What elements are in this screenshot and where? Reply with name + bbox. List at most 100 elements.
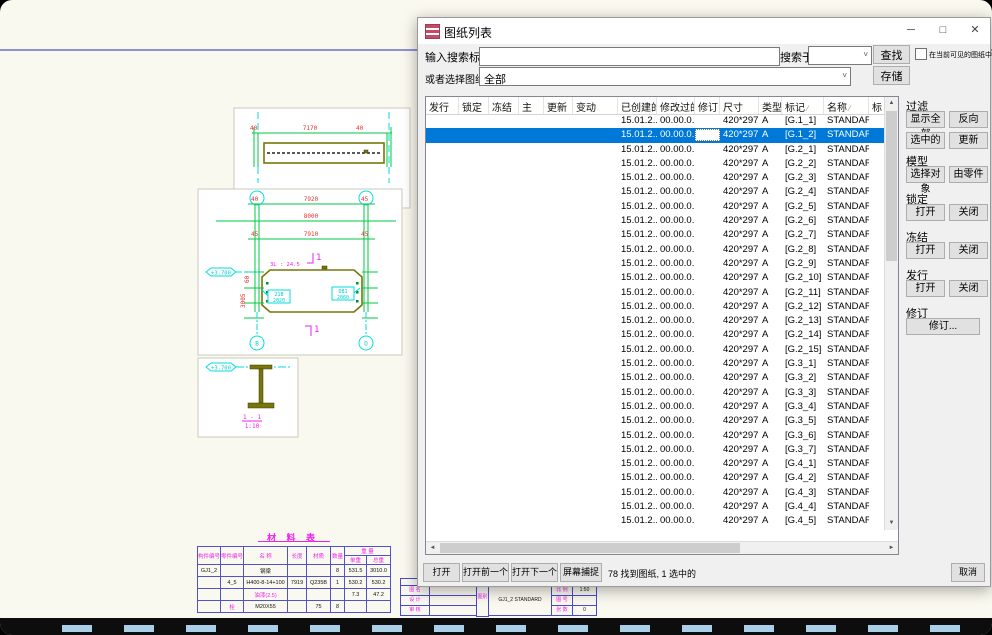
cancel-button[interactable]: 取消 [951,563,985,582]
cell-issue [426,228,459,242]
column-header-update[interactable]: 更新 [544,97,573,114]
drawing-settings-combo[interactable]: 全部 ˅ [479,67,851,86]
panel-button-修订...[interactable]: 修订... [906,318,980,335]
column-header-type[interactable]: 类型 [759,97,782,114]
minimize-icon[interactable]: ─ [896,18,926,43]
cell-issue [426,243,459,257]
cell-name: STANDARD [824,271,869,285]
table-row[interactable]: 15.01.2...00.00.0...420*297A[G.3_6]STAND… [426,429,886,443]
table-row[interactable]: 15.01.2...00.00.0...420*297A[G.2_5]STAND… [426,200,886,214]
table-row[interactable]: 15.01.2...00.00.0...420*297A[G.3_1]STAND… [426,357,886,371]
panel-button-反向[interactable]: 反向 [949,111,988,128]
scroll-up-icon[interactable]: ▲ [885,97,898,110]
cell-issue [426,328,459,342]
dialog-titlebar[interactable]: 图纸列表 ─ □ ✕ [418,18,990,44]
table-row[interactable]: 15.01.2...00.00.0...420*297A[G.2_2]STAND… [426,157,886,171]
table-row[interactable]: 15.01.2...00.00.0...420*297A[G.2_3]STAND… [426,171,886,185]
panel-button-关闭[interactable]: 关闭 [949,204,988,221]
scroll-left-icon[interactable]: ◄ [426,542,439,555]
cell-issue [426,271,459,285]
cell-modified: 00.00.0... [657,457,695,471]
panel-button-选中的[interactable]: 选中的 [906,132,945,149]
table-row[interactable]: 15.01.2...00.00.0...420*297A[G.1_2]STAND… [426,128,886,142]
table-row[interactable]: 15.01.2...00.00.0...420*297A[G.2_8]STAND… [426,243,886,257]
cell-type: A [759,514,782,528]
find-button[interactable]: 查找 [873,45,910,64]
cell-issue [426,257,459,271]
column-header-size[interactable]: 尺寸 [720,97,759,114]
table-row[interactable]: 15.01.2...00.00.0...420*297A[G.2_1]STAND… [426,143,886,157]
table-row[interactable]: 15.01.2...00.00.0...420*297A[G.4_5]STAND… [426,514,886,528]
table-row[interactable]: 15.01.2...00.00.0...420*297A[G.2_13]STAN… [426,314,886,328]
mat-cell [367,601,391,613]
cell-issue [426,314,459,328]
panel-button-打开[interactable]: 打开 [906,204,945,221]
visible-drawings-checkbox[interactable] [915,48,927,60]
open-next-button[interactable]: 打开下一个 [511,563,558,582]
search-in-combo[interactable]: ˅ [808,46,872,65]
table-row[interactable]: 15.01.2...00.00.0...420*297A[G.1_1]STAND… [426,114,886,128]
scroll-right-icon[interactable]: ► [885,542,898,555]
horizontal-scrollbar-thumb[interactable] [440,543,740,553]
maximize-icon[interactable]: □ [928,18,958,43]
panel-button-打开[interactable]: 打开 [906,280,945,297]
table-row[interactable]: 15.01.2...00.00.0...420*297A[G.3_7]STAND… [426,443,886,457]
table-row[interactable]: 15.01.2...00.00.0...420*297A[G.2_9]STAND… [426,257,886,271]
cell-change [573,386,618,400]
table-row[interactable]: 15.01.2...00.00.0...420*297A[G.2_7]STAND… [426,228,886,242]
table-row[interactable]: 15.01.2...00.00.0...420*297A[G.2_4]STAND… [426,185,886,199]
column-header-freeze[interactable]: 冻结 [489,97,519,114]
panel-button-关闭[interactable]: 关闭 [949,280,988,297]
table-row[interactable]: 15.01.2...00.00.0...420*297A[G.4_1]STAND… [426,457,886,471]
open-previous-button[interactable]: 打开前一个 [462,563,509,582]
cell-type: A [759,443,782,457]
panel-button-更新[interactable]: 更新 [949,132,988,149]
column-header-created[interactable]: 已创建的 [618,97,657,114]
table-row[interactable]: 15.01.2...00.00.0...420*297A[G.4_3]STAND… [426,486,886,500]
table-row[interactable]: 15.01.2...00.00.0...420*297A[G.3_5]STAND… [426,414,886,428]
column-header-revision[interactable]: 修订 [695,97,720,114]
horizontal-scrollbar[interactable]: ◄ ► [426,541,898,554]
column-header-modified[interactable]: 修改过的 [657,97,695,114]
table-row[interactable]: 15.01.2...00.00.0...420*297A[G.2_14]STAN… [426,328,886,342]
panel-button-打开[interactable]: 打开 [906,242,945,259]
panel-button-由零件[interactable]: 由零件 [949,166,988,183]
cell-lock [459,257,489,271]
cell-revision [695,171,720,185]
column-header-name[interactable]: 名称∕ [824,97,869,114]
status-text: 78 找到图纸, 1 选中的 [608,567,696,580]
panel-button-选择对象[interactable]: 选择对象 [906,166,945,183]
column-header-change[interactable]: 变动 [573,97,618,114]
cell-mark: [G.2_10] [782,271,824,285]
open-button[interactable]: 打开 [423,563,460,582]
vertical-scrollbar[interactable]: ▲ ▼ [884,97,898,530]
table-row[interactable]: 15.01.2...00.00.0...420*297A[G.2_11]STAN… [426,286,886,300]
column-header-mark[interactable]: 标记∕ [782,97,824,114]
search-input[interactable] [479,47,780,66]
table-row[interactable]: 15.01.2...00.00.0...420*297A[G.3_3]STAND… [426,386,886,400]
save-settings-button[interactable]: 存储 [873,66,910,85]
close-icon[interactable]: ✕ [960,18,990,43]
table-row[interactable]: 15.01.2...00.00.0...420*297A[G.2_10]STAN… [426,271,886,285]
table-row[interactable]: 15.01.2...00.00.0...420*297A[G.3_2]STAND… [426,371,886,385]
cell-update [544,328,573,342]
table-row[interactable]: 15.01.2...00.00.0...420*297A[G.2_15]STAN… [426,343,886,357]
panel-button-关闭[interactable]: 关闭 [949,242,988,259]
column-header-lock[interactable]: 锁定 [459,97,489,114]
scroll-down-icon[interactable]: ▼ [885,517,898,530]
cell-lock [459,286,489,300]
table-row[interactable]: 15.01.2...00.00.0...420*297A[G.2_6]STAND… [426,214,886,228]
vertical-scrollbar-thumb[interactable] [886,111,897,261]
snapshot-button[interactable]: 屏幕捕捉 [560,563,602,582]
cell-revision [695,328,720,342]
panel-button-显示全部[interactable]: 显示全部 [906,111,945,128]
drawing-table-header[interactable]: 发行锁定冻结主更新变动已创建的修改过的修订尺寸类型标记∕名称∕标 [426,97,886,115]
taskbar-items[interactable] [62,625,967,632]
column-header-master[interactable]: 主 [519,97,544,114]
column-header-issue[interactable]: 发行 [426,97,459,114]
cell-created: 15.01.2... [618,343,657,357]
table-row[interactable]: 15.01.2...00.00.0...420*297A[G.4_2]STAND… [426,471,886,485]
table-row[interactable]: 15.01.2...00.00.0...420*297A[G.4_4]STAND… [426,500,886,514]
table-row[interactable]: 15.01.2...00.00.0...420*297A[G.3_4]STAND… [426,400,886,414]
table-row[interactable]: 15.01.2...00.00.0...420*297A[G.2_12]STAN… [426,300,886,314]
